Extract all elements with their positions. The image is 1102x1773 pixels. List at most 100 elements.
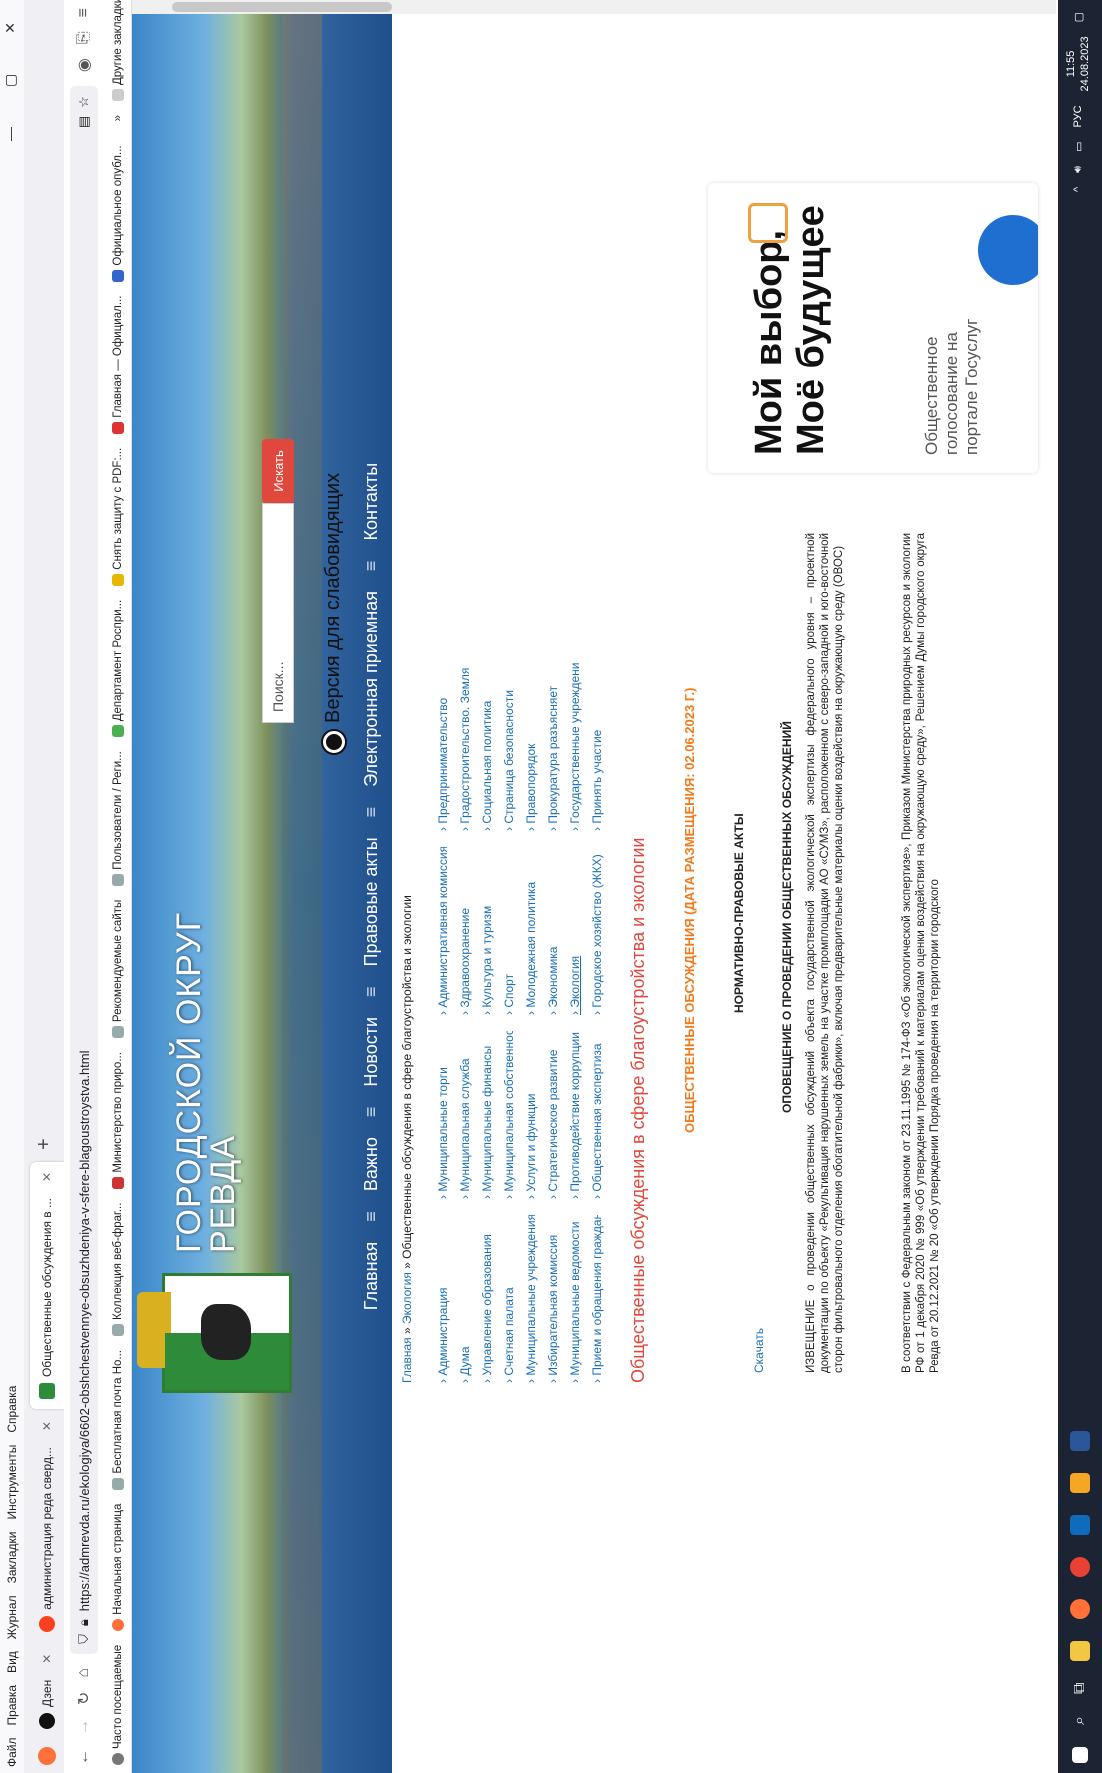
menu-link[interactable]: Дума xyxy=(454,1215,476,1383)
menu-link[interactable]: Муниципальные ведомости xyxy=(564,1215,586,1383)
menu-link[interactable]: Прокуратура разъясняет xyxy=(542,663,564,831)
menu-history[interactable]: Журнал xyxy=(5,1595,19,1639)
tab-yandex[interactable]: администрация реда сверд... ✕ xyxy=(30,1411,64,1642)
menu-link[interactable]: Страница безопасности xyxy=(498,663,520,831)
clock[interactable]: 11:55 24.08.2023 xyxy=(1064,36,1092,91)
menu-link[interactable]: Счетная палата xyxy=(498,1215,520,1383)
bookmark-item[interactable]: Коллекция веб-фраг... xyxy=(111,1203,124,1336)
menu-link[interactable]: Государственные учреждения xyxy=(564,663,586,831)
menu-edit[interactable]: Правка xyxy=(5,1685,19,1726)
menu-link[interactable]: Социальная политика xyxy=(476,663,498,831)
search-icon[interactable]: ⌕ xyxy=(1071,1716,1089,1725)
menu-link[interactable]: Управление образования xyxy=(476,1215,498,1383)
other-bookmarks[interactable]: Другие закладки xyxy=(111,0,124,101)
nav-news[interactable]: Новости xyxy=(361,1017,382,1087)
page-scrollbar[interactable] xyxy=(132,0,1056,14)
menu-link[interactable]: Предпринимательство xyxy=(432,663,454,831)
nav-important[interactable]: Важно xyxy=(361,1137,382,1191)
nav-contacts[interactable]: Контакты xyxy=(361,463,382,541)
close-tab-icon[interactable]: ✕ xyxy=(40,1421,54,1431)
maximize-icon[interactable]: ▢ xyxy=(2,74,19,87)
menu-link[interactable]: Противодействие коррупции xyxy=(564,1031,586,1199)
star-icon[interactable]: ☆ xyxy=(76,96,92,108)
low-vision-link[interactable]: Версия для слабовидящих xyxy=(322,473,345,753)
close-icon[interactable]: ✕ xyxy=(2,22,19,34)
bookmark-item[interactable]: Пользователи / Реги... xyxy=(111,751,124,886)
menu-link[interactable]: Принять участие xyxy=(586,663,608,831)
address-bar[interactable]: ⛉ 🔒︎ https://admrevda.ru/ekologiya/6602-… xyxy=(70,86,98,1654)
menu-link[interactable]: Молодежная политика xyxy=(520,847,542,1015)
search-button[interactable]: Искать xyxy=(262,439,294,503)
home-icon[interactable]: ⌂ xyxy=(75,1668,93,1678)
outlook-icon[interactable] xyxy=(1070,1514,1090,1535)
chrome-icon[interactable] xyxy=(1070,1556,1090,1577)
menu-link[interactable]: Муниципальные учреждения xyxy=(520,1215,542,1383)
menu-bookmarks[interactable]: Закладки xyxy=(5,1531,19,1583)
menu-tools[interactable]: Инструменты xyxy=(5,1445,19,1520)
menu-link[interactable]: Прием и обращения граждан xyxy=(586,1215,608,1383)
extensions-icon[interactable]: ⎘ xyxy=(75,31,93,44)
menu-icon[interactable]: ≡ xyxy=(75,8,93,17)
pocket-icon[interactable]: ◉ xyxy=(74,58,94,72)
bookmark-item[interactable]: Начальная страница xyxy=(111,1504,124,1631)
reader-icon[interactable]: ▤ xyxy=(76,116,92,128)
close-tab-icon[interactable]: ✕ xyxy=(40,1172,54,1182)
menu-link[interactable]: Муниципальная собственность xyxy=(498,1031,520,1199)
forward-icon[interactable]: → xyxy=(75,1719,93,1735)
bookmark-item[interactable]: Главная — Официал... xyxy=(111,296,124,434)
gosuslugi-vote-banner[interactable]: Мой выбор, Моё будущее Общественное голо… xyxy=(708,183,1038,473)
menu-link[interactable]: Муниципальные торги xyxy=(432,1031,454,1199)
menu-link[interactable]: Стратегическое развитие xyxy=(542,1031,564,1199)
windows-start-icon[interactable] xyxy=(1072,1747,1088,1763)
menu-link[interactable]: Градостроительство. Земля xyxy=(454,663,476,831)
bookmark-item[interactable]: Рекомендуемые сайты xyxy=(111,900,124,1039)
file-explorer-icon[interactable] xyxy=(1070,1640,1090,1661)
new-tab-icon[interactable]: + xyxy=(33,1138,56,1150)
breadcrumb-section[interactable]: Экология xyxy=(400,1272,414,1324)
task-view-icon[interactable]: ⧉ xyxy=(1071,1683,1089,1694)
menu-link[interactable]: Городское хозяйство (ЖКХ) xyxy=(586,847,608,1015)
breadcrumb-home[interactable]: Главная xyxy=(400,1337,414,1383)
site-title[interactable]: ГОРОДСКОЙ ОКРУГ РЕВДА xyxy=(170,912,242,1253)
shield-icon[interactable]: ⛉ xyxy=(76,1634,92,1644)
chevron-up-icon[interactable]: ^ xyxy=(1072,187,1084,192)
menu-link[interactable]: Общественная экспертиза xyxy=(586,1031,608,1199)
back-icon[interactable]: ← xyxy=(75,1749,93,1765)
bookmark-item[interactable]: Часто посещаемые xyxy=(111,1645,124,1765)
menu-link[interactable]: Культура и туризм xyxy=(476,847,498,1015)
volume-icon[interactable]: 🔊︎ xyxy=(1072,166,1085,173)
network-icon[interactable]: ▭ xyxy=(1072,142,1085,152)
menu-link[interactable]: Административная комиссия xyxy=(432,847,454,1015)
nav-legal-acts[interactable]: Правовые акты xyxy=(361,837,382,966)
bookmark-item[interactable]: Министерство приро... xyxy=(111,1052,124,1189)
nav-e-reception[interactable]: Электронная приемная xyxy=(361,591,382,787)
menu-file[interactable]: Файл xyxy=(5,1737,19,1767)
url-text[interactable]: https://admrevda.ru/ekologiya/6602-obshc… xyxy=(77,136,92,1611)
word-icon[interactable] xyxy=(1070,1430,1090,1451)
menu-link[interactable]: Муниципальная служба xyxy=(454,1031,476,1199)
menu-link[interactable]: Услуги и функции xyxy=(520,1031,542,1199)
download-link[interactable]: Скачать xyxy=(752,1328,766,1373)
lock-icon[interactable]: 🔒︎ xyxy=(76,1619,92,1626)
bookmark-item[interactable]: Снять защиту с PDF:... xyxy=(111,448,124,586)
bookmark-item[interactable]: Официальное опубл... xyxy=(111,145,124,282)
bookmark-item[interactable]: Бесплатная почта Ho... xyxy=(111,1350,124,1490)
menu-link[interactable]: Избирательная комиссия xyxy=(542,1215,564,1383)
app-icon[interactable] xyxy=(1070,1472,1090,1493)
notifications-icon[interactable]: ▢ xyxy=(1072,12,1085,22)
menu-link[interactable]: Муниципальные финансы xyxy=(476,1031,498,1199)
menu-link[interactable]: Экономика xyxy=(542,847,564,1015)
menu-link[interactable]: Спорт xyxy=(498,847,520,1015)
menu-link[interactable]: Правопорядок xyxy=(520,663,542,831)
minimize-icon[interactable]: — xyxy=(2,127,19,141)
close-tab-icon[interactable]: ✕ xyxy=(40,1654,54,1664)
bookmark-item[interactable]: Департамент Роспри... xyxy=(111,600,124,738)
tab-current[interactable]: Общественные обсуждения в ... ✕ xyxy=(30,1161,64,1410)
search-input[interactable]: Поиск... xyxy=(262,503,294,723)
nav-home[interactable]: Главная xyxy=(361,1242,382,1311)
menu-link-active[interactable]: Экология xyxy=(564,847,586,1015)
language-indicator[interactable]: РУС xyxy=(1072,105,1084,127)
menu-link[interactable]: Здравоохранение xyxy=(454,847,476,1015)
firefox-icon[interactable] xyxy=(1070,1598,1090,1619)
menu-link[interactable]: Администрация xyxy=(432,1215,454,1383)
